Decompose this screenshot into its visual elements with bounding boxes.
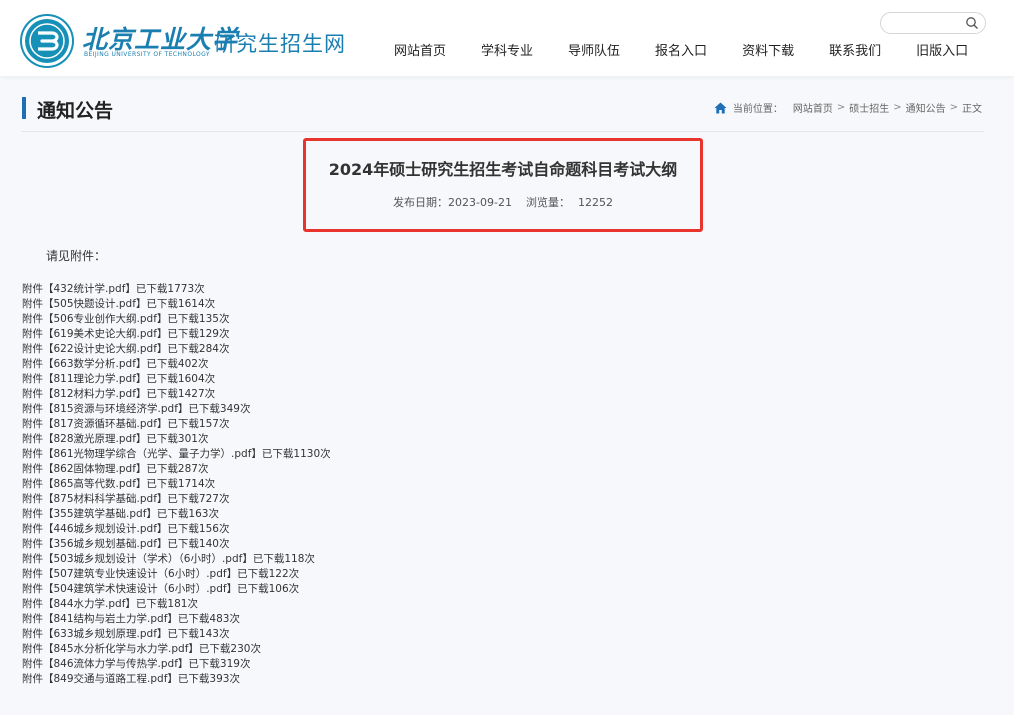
attachment-item: 附件【828激光原理.pdf】已下载301次 <box>22 432 331 447</box>
attachment-item: 附件【817资源循环基础.pdf】已下载157次 <box>22 417 331 432</box>
attachment-item: 附件【505快题设计.pdf】已下载1614次 <box>22 297 331 312</box>
attachment-link[interactable]: 附件【841结构与岩土力学.pdf】已下载483次 <box>22 613 240 625</box>
attachment-item: 附件【845水分析化学与水力学.pdf】已下载230次 <box>22 642 331 657</box>
nav-disciplines[interactable]: 学科专业 <box>481 40 533 60</box>
nav-supervisors[interactable]: 导师队伍 <box>568 40 620 60</box>
attachment-item: 附件【815资源与环境经济学.pdf】已下载349次 <box>22 402 331 417</box>
attachment-item: 附件【841结构与岩土力学.pdf】已下载483次 <box>22 612 331 627</box>
nav-downloads[interactable]: 资料下载 <box>742 40 794 60</box>
nav-old-version[interactable]: 旧版入口 <box>916 40 968 60</box>
breadcrumb-current: 正文 <box>962 104 982 115</box>
attachment-item: 附件【849交通与道路工程.pdf】已下载393次 <box>22 672 331 687</box>
attachment-link[interactable]: 附件【828激光原理.pdf】已下载301次 <box>22 433 208 445</box>
attachment-link[interactable]: 附件【861光物理学综合（光学、量子力学）.pdf】已下载1130次 <box>22 448 331 460</box>
attachment-link[interactable]: 附件【849交通与道路工程.pdf】已下载393次 <box>22 673 240 685</box>
breadcrumb-separator: > <box>893 102 902 113</box>
attachment-link[interactable]: 附件【875材料科学基础.pdf】已下载727次 <box>22 493 229 505</box>
attachment-link[interactable]: 附件【815资源与环境经济学.pdf】已下载349次 <box>22 403 250 415</box>
breadcrumb-home[interactable]: 网站首页 <box>793 100 833 115</box>
attachment-link[interactable]: 附件【505快题设计.pdf】已下载1614次 <box>22 298 215 310</box>
attachment-item: 附件【875材料科学基础.pdf】已下载727次 <box>22 492 331 507</box>
attachment-item: 附件【811理论力学.pdf】已下载1604次 <box>22 372 331 387</box>
main-nav: 网站首页 学科专业 导师队伍 报名入口 资料下载 联系我们 旧版入口 <box>394 40 968 60</box>
title-highlight-box <box>303 138 703 232</box>
attachment-link[interactable]: 附件【507建筑专业快速设计（6小时）.pdf】已下载122次 <box>22 568 299 580</box>
search-icon[interactable] <box>965 16 979 30</box>
school-name-english: BEIJING UNIVERSITY OF TECHNOLOGY <box>84 51 210 58</box>
view-count: 12252 <box>577 196 613 209</box>
attachment-item: 附件【432统计学.pdf】已下载1773次 <box>22 282 331 297</box>
attachment-item: 附件【865高等代数.pdf】已下载1714次 <box>22 477 331 492</box>
site-name[interactable]: 研究生招生网 <box>214 28 346 58</box>
attachment-link[interactable]: 附件【506专业创作大纲.pdf】已下载135次 <box>22 313 229 325</box>
attachment-link[interactable]: 附件【355建筑学基础.pdf】已下载163次 <box>22 508 219 520</box>
site-header: 北京工业大学 BEIJING UNIVERSITY OF TECHNOLOGY … <box>0 0 1014 76</box>
breadcrumb: 当前位置： 网站首页 > 硕士招生 > 通知公告 > 正文 <box>714 100 982 115</box>
attachment-link[interactable]: 附件【432统计学.pdf】已下载1773次 <box>22 283 205 295</box>
attachment-item: 附件【446城乡规划设计.pdf】已下载156次 <box>22 522 331 537</box>
attachment-item: 附件【356城乡规划基础.pdf】已下载140次 <box>22 537 331 552</box>
article-meta: 发布日期：2023-09-21 浏览量： 12252 <box>303 194 703 210</box>
nav-home[interactable]: 网站首页 <box>394 40 446 60</box>
breadcrumb-notices[interactable]: 通知公告 <box>906 100 946 115</box>
attachment-link[interactable]: 附件【503城乡规划设计（学术）（6小时）.pdf】已下载118次 <box>22 553 315 565</box>
attachment-link[interactable]: 附件【663数学分析.pdf】已下载402次 <box>22 358 208 370</box>
attachment-link[interactable]: 附件【356城乡规划基础.pdf】已下载140次 <box>22 538 229 550</box>
attachment-item: 附件【663数学分析.pdf】已下载402次 <box>22 357 331 372</box>
attachment-link[interactable]: 附件【619美术史论大纲.pdf】已下载129次 <box>22 328 229 340</box>
attachment-item: 附件【503城乡规划设计（学术）（6小时）.pdf】已下载118次 <box>22 552 331 567</box>
attachment-link[interactable]: 附件【812材料力学.pdf】已下载1427次 <box>22 388 215 400</box>
article-intro: 请见附件： <box>46 249 107 263</box>
attachment-item: 附件【507建筑专业快速设计（6小时）.pdf】已下载122次 <box>22 567 331 582</box>
attachment-link[interactable]: 附件【446城乡规划设计.pdf】已下载156次 <box>22 523 229 535</box>
breadcrumb-masters[interactable]: 硕士招生 <box>849 100 889 115</box>
attachment-link[interactable]: 附件【845水分析化学与水力学.pdf】已下载230次 <box>22 643 261 655</box>
nav-contact[interactable]: 联系我们 <box>829 40 881 60</box>
attachment-link[interactable]: 附件【846流体力学与传热学.pdf】已下载319次 <box>22 658 250 670</box>
attachment-link[interactable]: 附件【817资源循环基础.pdf】已下载157次 <box>22 418 229 430</box>
attachment-item: 附件【633城乡规划原理.pdf】已下载143次 <box>22 627 331 642</box>
attachment-item: 附件【504建筑学术快速设计（6小时）.pdf】已下载106次 <box>22 582 331 597</box>
search-input[interactable] <box>880 12 986 34</box>
date-label: 发布日期： <box>393 196 449 209</box>
attachment-link[interactable]: 附件【504建筑学术快速设计（6小时）.pdf】已下载106次 <box>22 583 299 595</box>
university-emblem-logo[interactable] <box>22 16 72 66</box>
breadcrumb-label: 当前位置： <box>732 104 783 115</box>
breadcrumb-separator: > <box>949 102 958 113</box>
attachment-item: 附件【619美术史论大纲.pdf】已下载129次 <box>22 327 331 342</box>
attachment-link[interactable]: 附件【862固体物理.pdf】已下载287次 <box>22 463 208 475</box>
attachment-item: 附件【812材料力学.pdf】已下载1427次 <box>22 387 331 402</box>
section-accent-bar <box>22 97 26 119</box>
publish-date: 2023-09-21 <box>448 196 512 209</box>
attachment-item: 附件【861光物理学综合（光学、量子力学）.pdf】已下载1130次 <box>22 447 331 462</box>
attachment-item: 附件【355建筑学基础.pdf】已下载163次 <box>22 507 331 522</box>
attachment-item: 附件【622设计史论大纲.pdf】已下载284次 <box>22 342 331 357</box>
attachment-link[interactable]: 附件【865高等代数.pdf】已下载1714次 <box>22 478 215 490</box>
views-label: 浏览量： <box>525 196 570 209</box>
attachment-item: 附件【506专业创作大纲.pdf】已下载135次 <box>22 312 331 327</box>
home-icon <box>714 102 727 113</box>
attachment-link[interactable]: 附件【844水力学.pdf】已下载181次 <box>22 598 198 610</box>
attachment-link[interactable]: 附件【811理论力学.pdf】已下载1604次 <box>22 373 215 385</box>
attachment-item: 附件【862固体物理.pdf】已下载287次 <box>22 462 331 477</box>
nav-registration[interactable]: 报名入口 <box>655 40 707 60</box>
breadcrumb-separator: > <box>836 102 846 113</box>
attachment-item: 附件【846流体力学与传热学.pdf】已下载319次 <box>22 657 331 672</box>
attachment-link[interactable]: 附件【622设计史论大纲.pdf】已下载284次 <box>22 343 229 355</box>
section-title: 通知公告 <box>37 100 114 122</box>
section-divider <box>22 131 984 132</box>
attachment-list: 附件【432统计学.pdf】已下载1773次 附件【505快题设计.pdf】已下载… <box>22 282 331 687</box>
attachment-item: 附件【844水力学.pdf】已下载181次 <box>22 597 331 612</box>
article-title: 2024年硕士研究生招生考试自命题科目考试大纲 <box>328 160 678 179</box>
attachment-link[interactable]: 附件【633城乡规划原理.pdf】已下载143次 <box>22 628 229 640</box>
